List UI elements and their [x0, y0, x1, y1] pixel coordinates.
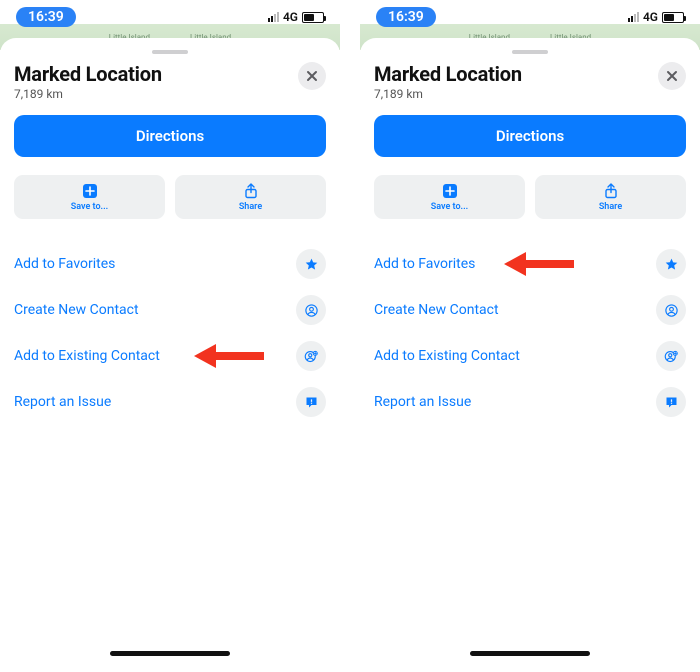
close-icon — [306, 70, 318, 82]
action-list: Add to Favorites Create New Contact Add … — [374, 241, 686, 425]
row-add-to-existing-contact[interactable]: Add to Existing Contact — [14, 333, 326, 379]
row-label: Report an Issue — [374, 394, 471, 410]
home-indicator[interactable] — [470, 651, 590, 656]
share-button[interactable]: Share — [175, 175, 326, 219]
location-sheet: Marked Location 7,189 km Directions Save… — [0, 38, 340, 662]
close-button[interactable] — [298, 62, 326, 90]
row-report-issue[interactable]: Report an Issue — [374, 379, 686, 425]
row-create-new-contact[interactable]: Create New Contact — [374, 287, 686, 333]
report-icon — [296, 387, 326, 417]
row-label: Add to Existing Contact — [374, 348, 520, 364]
battery-icon — [662, 12, 684, 23]
battery-icon — [302, 12, 324, 23]
row-label: Add to Existing Contact — [14, 348, 160, 364]
share-label: Share — [239, 202, 262, 212]
row-add-to-favorites[interactable]: Add to Favorites — [374, 241, 686, 287]
report-icon — [656, 387, 686, 417]
network-label: 4G — [283, 10, 298, 24]
save-to-label: Save to... — [431, 202, 468, 212]
close-button[interactable] — [658, 62, 686, 90]
star-icon — [656, 249, 686, 279]
annotation-arrow — [194, 342, 264, 370]
network-label: 4G — [643, 10, 658, 24]
row-create-new-contact[interactable]: Create New Contact — [14, 287, 326, 333]
row-label: Create New Contact — [14, 302, 139, 318]
contact-icon — [656, 295, 686, 325]
plus-square-icon — [442, 182, 458, 200]
row-label: Report an Issue — [14, 394, 111, 410]
row-label: Create New Contact — [374, 302, 499, 318]
cellular-signal-icon — [628, 12, 639, 22]
status-right: 4G — [268, 10, 324, 24]
share-button[interactable]: Share — [535, 175, 686, 219]
contact-add-icon — [656, 341, 686, 371]
status-time-pill: 16:39 — [376, 7, 436, 27]
share-icon — [243, 182, 259, 200]
action-list: Add to Favorites Create New Contact Add … — [14, 241, 326, 425]
save-to-label: Save to... — [71, 202, 108, 212]
location-sheet: Marked Location 7,189 km Directions Save… — [360, 38, 700, 662]
sheet-subtitle: 7,189 km — [374, 87, 522, 101]
annotation-arrow — [504, 250, 574, 278]
sheet-title: Marked Location — [14, 62, 162, 86]
status-bar: 16:39 4G — [360, 0, 700, 34]
directions-button[interactable]: Directions — [374, 115, 686, 157]
contact-icon — [296, 295, 326, 325]
close-icon — [666, 70, 678, 82]
status-bar: 16:39 4G — [0, 0, 340, 34]
screenshot-left: 16:39 4G Little Island Little Island Mar… — [0, 0, 340, 672]
directions-button[interactable]: Directions — [14, 115, 326, 157]
row-label: Add to Favorites — [14, 256, 115, 272]
sheet-title: Marked Location — [374, 62, 522, 86]
row-add-to-existing-contact[interactable]: Add to Existing Contact — [374, 333, 686, 379]
share-label: Share — [599, 202, 622, 212]
screenshot-right: 16:39 4G Little Island Little Island Mar… — [360, 0, 700, 672]
sheet-grabber[interactable] — [512, 50, 548, 54]
cellular-signal-icon — [268, 12, 279, 22]
sheet-subtitle: 7,189 km — [14, 87, 162, 101]
save-to-button[interactable]: Save to... — [14, 175, 165, 219]
row-add-to-favorites[interactable]: Add to Favorites — [14, 241, 326, 287]
contact-add-icon — [296, 341, 326, 371]
share-icon — [603, 182, 619, 200]
save-to-button[interactable]: Save to... — [374, 175, 525, 219]
home-indicator[interactable] — [110, 651, 230, 656]
plus-square-icon — [82, 182, 98, 200]
row-report-issue[interactable]: Report an Issue — [14, 379, 326, 425]
status-right: 4G — [628, 10, 684, 24]
star-icon — [296, 249, 326, 279]
status-time-pill: 16:39 — [16, 7, 76, 27]
sheet-grabber[interactable] — [152, 50, 188, 54]
row-label: Add to Favorites — [374, 256, 475, 272]
